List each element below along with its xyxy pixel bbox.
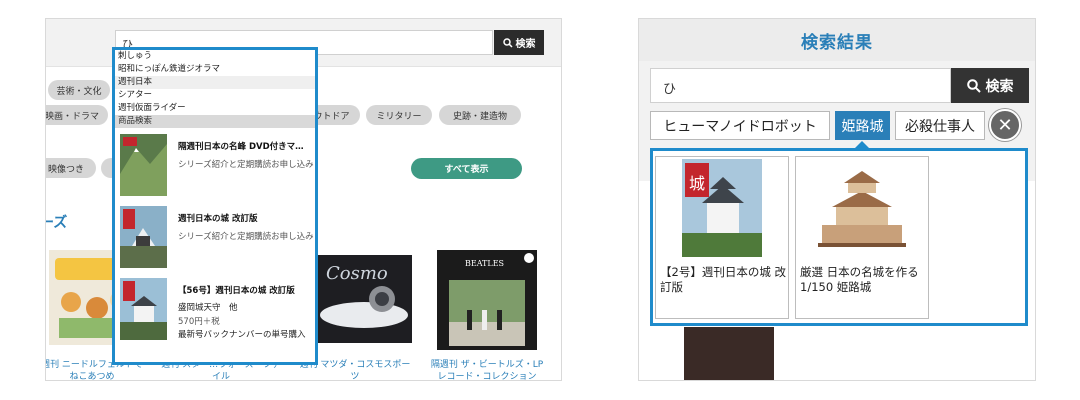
product-subtitle: 盛岡城天守 他: [178, 303, 238, 313]
search-icon: [502, 37, 513, 48]
result-caption: 【2号】週刊日本の城 改訂版: [660, 265, 786, 294]
product-thumb-beatles-lp[interactable]: BEATLES: [437, 250, 537, 350]
chip-historic-sites[interactable]: 史跡・建造物: [439, 105, 521, 125]
product-subtitle: シリーズ紹介と定期購読お申し込み: [178, 160, 314, 170]
suggestion-item[interactable]: シアター: [115, 89, 315, 102]
chip-with-video[interactable]: 映像つき: [46, 158, 96, 178]
dropdown-product[interactable]: 隔週刊日本の名峰 DVD付きマ… シリーズ紹介と定期購読お申し込み: [115, 128, 315, 200]
suggestion-chip[interactable]: 必殺仕事人: [895, 111, 985, 140]
right-screenshot: 検索結果 ひ 検索 ヒューマノイドロボット 姫路城 必殺仕事人 ✕ 城 【2号】…: [638, 18, 1036, 381]
show-all-button[interactable]: すべて表示: [411, 158, 522, 179]
product-title: 週刊日本の城 改訂版: [178, 214, 258, 224]
search-button[interactable]: 検索: [951, 68, 1029, 103]
product-caption[interactable]: 隔週刊 ザ・ビートルズ・LP レコード・コレクション: [426, 359, 548, 381]
close-icon[interactable]: ✕: [989, 109, 1021, 141]
search-icon: [966, 78, 981, 93]
search-button-label: 検索: [515, 39, 536, 50]
suggestion-item[interactable]: 昭和にっぽん鉄道ジオラマ: [115, 63, 315, 76]
svg-text:Cosmo: Cosmo: [326, 263, 388, 284]
suggestion-item[interactable]: 刺しゅう: [115, 50, 315, 63]
suggestion-chip[interactable]: ヒューマノイドロボット: [650, 111, 830, 140]
result-image: [808, 159, 916, 257]
product-thumbnail: [120, 278, 167, 340]
search-button[interactable]: 検索: [494, 30, 544, 55]
suggestion-item[interactable]: 週刊仮面ライダー: [115, 102, 315, 115]
product-thumbnail: [120, 134, 167, 196]
product-title: 【56号】週刊日本の城 改訂版: [178, 286, 295, 296]
suggestion-chip-active[interactable]: 姫路城: [835, 111, 890, 140]
suggestion-item[interactable]: 週刊日本: [115, 76, 315, 89]
left-screenshot: ひ 検索 芸術・文化 映画・ドラマ アウトドア ミリタリー 史跡・建造物 映像つ…: [45, 18, 562, 381]
page-title: 検索結果: [801, 32, 873, 53]
dropdown-product[interactable]: 週刊日本の城 改訂版 シリーズ紹介と定期購読お申し込み: [115, 200, 315, 272]
product-price: 570円＋税: [178, 317, 220, 327]
autocomplete-dropdown: 刺しゅう 昭和にっぽん鉄道ジオラマ 週刊日本 シアター 週刊仮面ライダー 商品検…: [112, 47, 318, 365]
search-input[interactable]: ひ: [650, 68, 951, 103]
chip-movie-drama[interactable]: 映画・ドラマ: [46, 105, 108, 125]
product-caption-text: 隔週刊 ザ・ビートルズ・LP レコード・コレクション: [430, 360, 544, 381]
results-header: 検索結果: [639, 19, 1035, 61]
dropdown-product[interactable]: 【56号】週刊日本の城 改訂版 盛岡城天守 他 570円＋税 最新号バックナンバ…: [115, 272, 315, 352]
product-title: 隔週刊日本の名峰 DVD付きマ…: [178, 142, 304, 152]
section-heading: ーズ: [46, 215, 68, 231]
svg-text:城: 城: [689, 174, 705, 193]
product-thumb-cosmo-sport[interactable]: Cosmo: [316, 255, 412, 343]
background-product-thumb: [684, 327, 774, 380]
product-search-header: 商品検索: [115, 115, 315, 128]
product-subtitle: 最新号バックナンバーの単号購入: [178, 330, 306, 340]
result-caption: 厳選 日本の名城を作る 1/150 姫路城: [800, 265, 919, 294]
product-thumbnail: [120, 206, 167, 268]
product-subtitle: シリーズ紹介と定期購読お申し込み: [178, 232, 314, 242]
search-results: 城 【2号】週刊日本の城 改訂版 厳選 日本の名城を作る 1/150 姫路城: [650, 148, 1028, 326]
result-card[interactable]: 厳選 日本の名城を作る 1/150 姫路城: [795, 156, 929, 319]
result-card[interactable]: 城 【2号】週刊日本の城 改訂版: [655, 156, 789, 319]
result-image: 城: [682, 159, 762, 257]
svg-text:BEATLES: BEATLES: [465, 259, 504, 268]
chip-art-culture[interactable]: 芸術・文化: [48, 80, 110, 100]
chip-military[interactable]: ミリタリー: [366, 105, 432, 125]
search-button-label: 検索: [985, 78, 1014, 95]
